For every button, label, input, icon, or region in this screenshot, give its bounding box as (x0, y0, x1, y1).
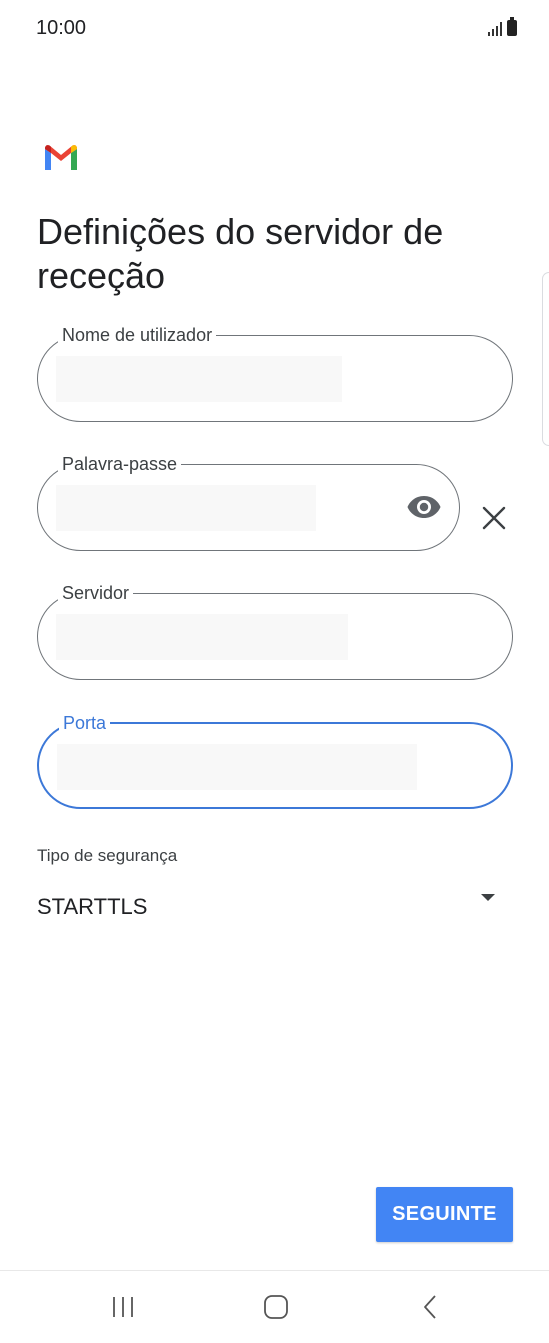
password-input[interactable] (56, 485, 316, 531)
port-field[interactable]: Porta (37, 712, 513, 809)
server-input[interactable] (56, 614, 348, 660)
gmail-logo-icon (45, 145, 77, 170)
signal-icon (488, 20, 502, 36)
password-field[interactable]: Palavra-passe (37, 453, 460, 551)
status-bar: 10:00 (0, 0, 549, 60)
security-type-value: STARTTLS (37, 894, 148, 919)
close-icon (482, 506, 506, 530)
back-button[interactable] (410, 1291, 450, 1323)
username-input[interactable] (56, 356, 342, 402)
home-icon (264, 1295, 288, 1319)
recents-icon (113, 1297, 133, 1317)
username-label: Nome de utilizador (58, 324, 217, 346)
server-label: Servidor (58, 582, 134, 604)
server-field[interactable]: Servidor (37, 582, 513, 680)
back-icon (424, 1295, 436, 1319)
status-icons (488, 17, 517, 36)
navigation-bar (0, 1270, 549, 1343)
eye-icon (407, 496, 441, 518)
dropdown-arrow-icon (481, 894, 495, 901)
scroll-indicator[interactable] (542, 272, 549, 446)
security-type-label: Tipo de segurança (37, 846, 178, 865)
next-button[interactable]: SEGUINTE (376, 1187, 513, 1242)
clear-password-button[interactable] (478, 502, 510, 534)
recents-button[interactable] (103, 1291, 143, 1323)
page-title: Definições do servidor de receção (37, 211, 444, 296)
security-type-dropdown[interactable]: STARTTLS (37, 880, 507, 930)
status-time: 10:00 (36, 17, 87, 39)
password-label: Palavra-passe (58, 453, 182, 475)
port-input[interactable] (57, 744, 417, 790)
home-button[interactable] (256, 1291, 296, 1323)
battery-icon (507, 17, 517, 36)
show-password-button[interactable] (407, 492, 441, 522)
port-label: Porta (59, 712, 111, 734)
username-field[interactable]: Nome de utilizador (37, 324, 513, 422)
